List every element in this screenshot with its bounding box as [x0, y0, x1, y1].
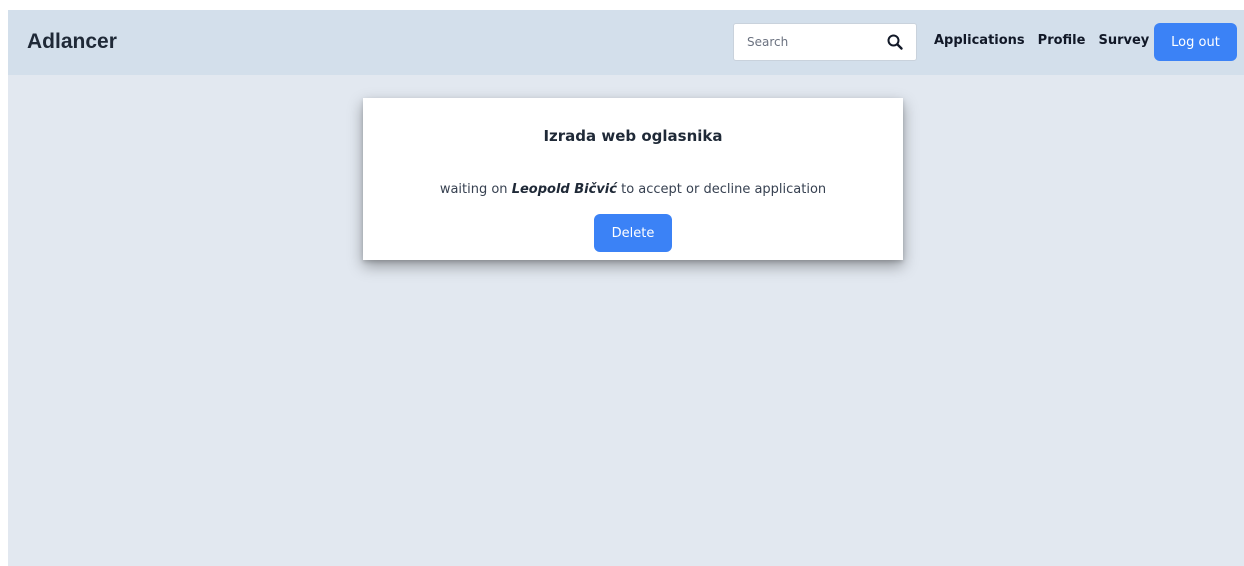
- brand-logo[interactable]: Adlancer: [27, 30, 117, 54]
- nav-links: Applications Profile Survey: [934, 33, 1149, 48]
- nav-link-survey[interactable]: Survey: [1098, 33, 1149, 48]
- application-title: Izrada web oglasnika: [543, 127, 723, 145]
- application-card: Izrada web oglasnika waiting on Leopold …: [363, 98, 903, 260]
- logout-button[interactable]: Log out: [1154, 23, 1237, 61]
- nav-link-profile[interactable]: Profile: [1038, 33, 1086, 48]
- status-suffix: to accept or decline application: [621, 182, 827, 197]
- status-prefix: waiting on: [439, 182, 508, 197]
- search-box: [733, 23, 917, 61]
- search-icon[interactable]: [886, 33, 904, 51]
- app-viewport: Adlancer Applications Profile Survey Log…: [8, 10, 1244, 566]
- application-status: waiting on Leopold Bičvić to accept or d…: [363, 182, 903, 197]
- applicant-name: Leopold Bičvić: [511, 182, 617, 197]
- nav-link-applications[interactable]: Applications: [934, 33, 1025, 48]
- delete-button[interactable]: Delete: [594, 214, 672, 252]
- search-input[interactable]: [734, 24, 874, 60]
- navbar: Adlancer Applications Profile Survey Log…: [8, 10, 1244, 75]
